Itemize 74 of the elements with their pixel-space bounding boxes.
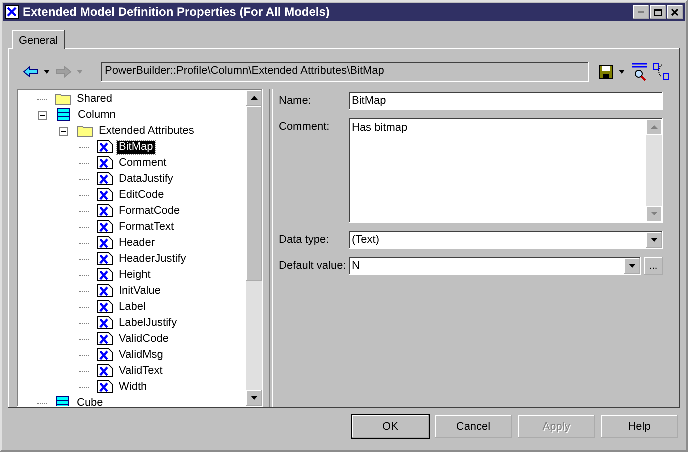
dropdown-arrow-icon[interactable]: [650, 238, 658, 242]
dialog-button[interactable]: Cancel: [435, 415, 512, 438]
attribute-icon: [97, 236, 115, 250]
tree-item[interactable]: LabelJustify: [117, 316, 180, 330]
field-label: Comment:: [279, 120, 331, 133]
default-value-combo[interactable]: N: [349, 257, 641, 275]
attribute-icon: [97, 172, 115, 186]
attribute-icon: [97, 220, 115, 234]
tree-item[interactable]: ValidMsg: [117, 348, 166, 362]
tree-item[interactable]: InitValue: [117, 284, 163, 298]
tree-item[interactable]: EditCode: [117, 188, 166, 202]
magnifier-icon[interactable]: [631, 63, 649, 81]
maximize-button[interactable]: [650, 5, 666, 19]
attribute-icon: [97, 188, 115, 202]
browse-button[interactable]: ...: [644, 257, 663, 275]
scroll-down-icon: [646, 206, 662, 222]
app-icon: [5, 5, 19, 19]
tree-item[interactable]: FormatText: [117, 220, 176, 234]
minus-icon: [40, 112, 45, 118]
attribute-icon: [97, 364, 115, 378]
comment-field[interactable]: Has bitmap: [349, 118, 663, 223]
tree-item[interactable]: Height: [117, 268, 153, 282]
tree-item[interactable]: Column: [76, 108, 118, 122]
attribute-icon: [97, 348, 115, 362]
attribute-icon: [97, 332, 115, 346]
close-button[interactable]: [667, 5, 683, 19]
attribute-icon: [97, 268, 115, 282]
collapse-toggle[interactable]: [38, 110, 47, 120]
tree-item[interactable]: ValidText: [117, 364, 165, 378]
attribute-icon: [97, 156, 115, 170]
down-arrow-icon[interactable]: [250, 396, 258, 400]
tree-item[interactable]: Header: [117, 236, 158, 250]
tree-item[interactable]: Shared: [75, 92, 114, 106]
up-arrow-icon[interactable]: [250, 96, 258, 100]
scroll-up-icon: [646, 119, 662, 135]
attribute-icon: [97, 316, 115, 330]
dropdown-arrow-icon[interactable]: [628, 264, 636, 268]
attribute-icon: [97, 140, 115, 154]
minimize-icon: [638, 11, 644, 13]
tree-item[interactable]: Label: [117, 300, 148, 314]
close-icon: [670, 8, 680, 16]
tab[interactable]: General: [12, 30, 66, 49]
tree-item[interactable]: HeaderJustify: [117, 252, 188, 266]
tree-item[interactable]: Comment: [117, 156, 169, 170]
maximize-icon: [653, 8, 663, 16]
tree-item[interactable]: DataJustify: [117, 172, 176, 186]
tree-item[interactable]: Extended Attributes: [97, 124, 196, 138]
attribute-icon: [97, 380, 115, 394]
data-type-dropdown[interactable]: (Text): [349, 231, 663, 249]
field-label: Data type:: [279, 233, 330, 246]
dialog-button[interactable]: OK: [352, 415, 429, 438]
field-label: Name:: [279, 94, 312, 107]
save-icon[interactable]: [599, 65, 613, 79]
name-field[interactable]: BitMap: [349, 92, 663, 110]
back-arrow-icon[interactable]: [23, 66, 39, 78]
tree-item[interactable]: Cube: [75, 396, 106, 406]
folder-icon: [77, 124, 95, 138]
field-label: Default value:: [279, 259, 348, 272]
minimize-button[interactable]: [633, 5, 649, 19]
minus-icon: [61, 128, 66, 134]
tree-item[interactable]: Width: [117, 380, 150, 394]
tree-item[interactable]: ValidCode: [117, 332, 171, 346]
folder-icon: [55, 92, 73, 106]
scrollbar-thumb[interactable]: [246, 106, 262, 281]
attribute-icon: [97, 204, 115, 218]
dialog-button[interactable]: Help: [601, 415, 678, 438]
attribute-icon: [97, 300, 115, 314]
path-field: PowerBuilder::Profile\Column\Extended Attributes\BitMap: [101, 62, 589, 82]
window-title: Extended Model Definition Properties (For All Models): [23, 5, 331, 19]
tree-item[interactable]: FormatCode: [117, 204, 182, 218]
tree-item[interactable]: BitMap: [117, 140, 156, 154]
attribute-icon: [97, 252, 115, 266]
attribute-icon: [97, 284, 115, 298]
collapse-toggle[interactable]: [59, 126, 68, 136]
